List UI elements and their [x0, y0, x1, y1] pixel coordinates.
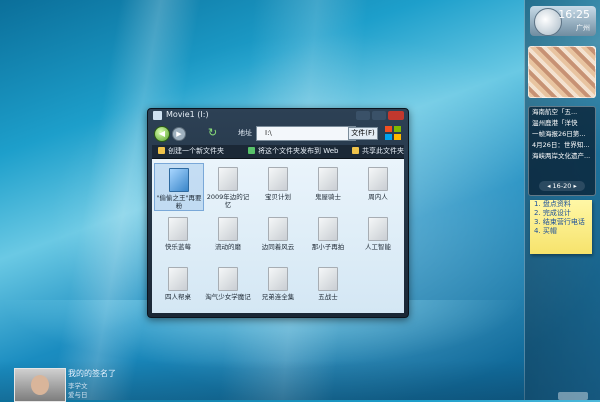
file-icon	[318, 217, 338, 241]
globe-icon	[248, 147, 255, 154]
file-icon	[169, 168, 189, 192]
news-item[interactable]: 温州鹿港「洋快	[529, 118, 595, 129]
file-label: 人工智能	[365, 243, 391, 251]
refresh-icon[interactable]: ↻	[208, 126, 222, 140]
address-label: 地址	[238, 129, 252, 137]
file-icon	[268, 267, 288, 291]
new-folder-label: 创建一个新文件夹	[168, 147, 224, 155]
file-menu-button[interactable]: 文件(F)	[348, 127, 378, 140]
news-item[interactable]: 一帧海报26日第...	[529, 129, 595, 140]
file-item[interactable]: 那小子再拍	[304, 213, 352, 259]
file-view: "偷偷之王"再要粉 2009年边的记忆 宝贝计划 鬼屋骑士 周内人 快乐蓝莓 流…	[152, 159, 404, 313]
close-button[interactable]	[388, 111, 404, 120]
file-icon	[218, 217, 238, 241]
command-bar: 创建一个新文件夹 将这个文件夹发布到 Web 共享此文件夹	[152, 145, 404, 159]
address-bar: ◀ ▶ ↻ 地址 I:\ 文件(F)	[152, 125, 404, 143]
desktop-sidebar: 16:25 广州 海南航空「五... 温州鹿港「洋快 一帧海报26日第... 4…	[524, 0, 600, 400]
file-icon	[318, 267, 338, 291]
file-item[interactable]: 快乐蓝莓	[154, 213, 202, 259]
file-item[interactable]: 四人帮桌	[154, 263, 202, 309]
news-item[interactable]: 海峡两岸文化遗产...	[529, 151, 595, 162]
file-label: 鬼屋骑士	[315, 193, 341, 201]
address-input[interactable]: I:\	[256, 126, 356, 141]
forward-arrow-icon[interactable]: ▶	[172, 127, 186, 141]
user-subtitle: 爱与日	[68, 391, 88, 399]
file-label: 宝贝计划	[265, 193, 291, 201]
avatar[interactable]	[14, 368, 66, 402]
note-item: 4. 买帽	[534, 227, 557, 235]
clock-city: 广州	[576, 24, 590, 32]
file-icon	[368, 217, 388, 241]
file-item[interactable]: 边同着风云	[254, 213, 302, 259]
news-item[interactable]: 海南航空「五...	[529, 107, 595, 118]
clock-time: 16:25	[558, 8, 590, 21]
file-label: 那小子再拍	[311, 243, 345, 251]
file-icon	[168, 267, 188, 291]
share-folder-icon	[352, 147, 359, 154]
windows-logo-icon	[385, 126, 401, 140]
file-item[interactable]: 兄弟连全集	[254, 263, 302, 309]
file-label: 四人帮桌	[165, 293, 191, 301]
file-label: 边同着风云	[261, 243, 295, 251]
publish-web-label: 将这个文件夹发布到 Web	[258, 147, 339, 155]
window-title: Movie1 (I:)	[166, 110, 209, 119]
file-item[interactable]: 周内人	[354, 163, 402, 209]
note-item: 1. 盘点资料	[534, 200, 571, 208]
news-pager[interactable]: ◂ 16-20 ▸	[539, 181, 585, 191]
file-item[interactable]: 2009年边的记忆	[204, 163, 252, 209]
file-icon	[268, 167, 288, 191]
news-item[interactable]: 4月26日：世界知...	[529, 140, 595, 151]
folder-icon	[158, 147, 165, 154]
note-item: 2. 完成设计	[534, 209, 571, 217]
file-label: 兄弟连全集	[261, 293, 295, 301]
slideshow-gadget[interactable]	[528, 46, 596, 98]
file-label: 流动的磨	[215, 243, 241, 251]
sticky-note-gadget[interactable]: 1. 盘点资料 2. 完成设计 3. 结束营行电话 4. 买帽	[530, 200, 592, 254]
file-label: 淘气少女学魔记	[205, 293, 251, 301]
note-item: 3. 结束营行电话	[534, 218, 585, 226]
file-item[interactable]: 宝贝计划	[254, 163, 302, 209]
file-label: 五战士	[318, 293, 338, 301]
file-label: "偷偷之王"再要粉	[156, 194, 202, 210]
file-icon	[268, 217, 288, 241]
back-arrow-icon[interactable]: ◀	[154, 126, 170, 142]
explorer-window[interactable]: Movie1 (I:) ◀ ▶ ↻ 地址 I:\ 文件(F) 创建一个新文件夹 …	[147, 108, 409, 318]
share-folder-command[interactable]: 共享此文件夹	[352, 146, 404, 156]
file-item[interactable]: "偷偷之王"再要粉	[154, 163, 204, 211]
drive-icon	[153, 111, 162, 120]
file-item[interactable]: 流动的磨	[204, 213, 252, 259]
window-titlebar[interactable]: Movie1 (I:)	[148, 109, 408, 123]
file-icon	[318, 167, 338, 191]
file-item[interactable]: 鬼屋骑士	[304, 163, 352, 209]
file-item[interactable]: 人工智能	[354, 213, 402, 259]
file-item[interactable]: 五战士	[304, 263, 352, 309]
minimize-button[interactable]	[356, 111, 370, 120]
file-label: 2009年边的记忆	[206, 193, 250, 209]
publish-web-command[interactable]: 将这个文件夹发布到 Web	[248, 146, 339, 156]
share-folder-label: 共享此文件夹	[362, 147, 404, 155]
news-gadget[interactable]: 海南航空「五... 温州鹿港「洋快 一帧海报26日第... 4月26日：世界知.…	[528, 106, 596, 196]
file-icon	[218, 267, 238, 291]
file-icon	[218, 167, 238, 191]
file-icon	[168, 217, 188, 241]
new-folder-command[interactable]: 创建一个新文件夹	[158, 146, 224, 156]
file-item[interactable]: 淘气少女学魔记	[204, 263, 252, 309]
maximize-button[interactable]	[372, 111, 386, 120]
file-label: 周内人	[368, 193, 388, 201]
user-status: 我的的签名了	[68, 369, 116, 378]
file-icon	[368, 167, 388, 191]
file-label: 快乐蓝莓	[165, 243, 191, 251]
clock-gadget[interactable]: 16:25 广州	[530, 6, 596, 36]
tray-button[interactable]	[558, 392, 588, 400]
